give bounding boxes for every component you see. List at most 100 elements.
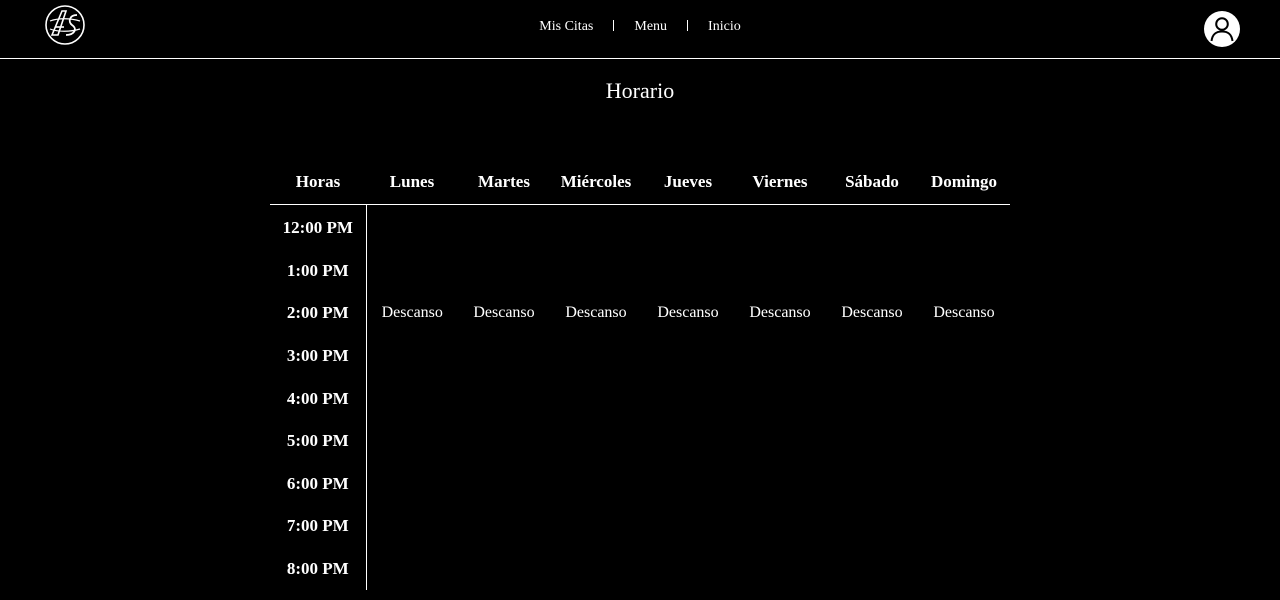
schedule-cell [550, 548, 642, 591]
schedule-cell [918, 548, 1010, 591]
schedule-cell [826, 335, 918, 378]
schedule-header-row: Horas Lunes Martes Miércoles Jueves Vier… [270, 160, 1010, 205]
schedule-cell [826, 250, 918, 293]
table-row: 6:00 PM [270, 462, 1010, 506]
schedule-cell [642, 377, 734, 420]
schedule-cell: Descanso [657, 304, 719, 322]
user-avatar-icon[interactable] [1204, 11, 1240, 47]
nav-link-menu[interactable]: Menu [634, 19, 667, 35]
table-row: 12:00 PM [270, 204, 1010, 250]
nav-link-inicio[interactable]: Inicio [708, 19, 741, 35]
schedule-cell [918, 505, 1010, 548]
schedule-cell [642, 250, 734, 293]
schedule-cell: Descanso [841, 304, 903, 322]
schedule-cell [826, 205, 918, 250]
schedule-cell [550, 250, 642, 293]
schedule-cell [642, 463, 734, 506]
schedule-cell [366, 205, 458, 250]
hour-label: 4:00 PM [270, 377, 367, 420]
schedule-cell: Descanso [473, 304, 535, 322]
table-row: 5:00 PM [270, 419, 1010, 463]
schedule-cell [734, 463, 826, 506]
schedule-cell: Descanso [933, 304, 995, 322]
schedule-cell [826, 463, 918, 506]
schedule-cell [734, 250, 826, 293]
hour-label: 2:00 PM [270, 292, 367, 335]
schedule-cell [826, 505, 918, 548]
schedule-cell [366, 463, 458, 506]
hour-label: 5:00 PM [270, 419, 367, 463]
schedule-cell [458, 335, 550, 378]
schedule-cell: Descanso [565, 304, 627, 322]
nav-link-mis-citas[interactable]: Mis Citas [539, 19, 593, 35]
nav-links: Mis Citas Menu Inicio [0, 19, 1280, 35]
column-header-martes: Martes [458, 160, 550, 205]
schedule-cell [918, 250, 1010, 293]
schedule-cell [458, 505, 550, 548]
schedule-cell [366, 420, 458, 463]
hour-label: 6:00 PM [270, 462, 367, 506]
schedule-cell [458, 250, 550, 293]
schedule-cell [366, 505, 458, 548]
schedule-cell: Descanso [381, 304, 443, 322]
schedule-cell [642, 548, 734, 591]
schedule-table: Horas Lunes Martes Miércoles Jueves Vier… [270, 160, 1010, 591]
column-header-viernes: Viernes [734, 160, 826, 205]
schedule-cell [918, 377, 1010, 420]
schedule-cell: Descanso [749, 304, 811, 322]
schedule-cell [734, 420, 826, 463]
schedule-cell [734, 205, 826, 250]
top-navbar: Mis Citas Menu Inicio [0, 0, 1280, 59]
hour-label: 1:00 PM [270, 249, 367, 293]
column-header-sabado: Sábado [826, 160, 918, 205]
schedule-cell [366, 377, 458, 420]
schedule-cell [366, 335, 458, 378]
schedule-cell [366, 548, 458, 591]
table-row: 4:00 PM [270, 377, 1010, 420]
hour-label: 7:00 PM [270, 505, 367, 548]
column-header-domingo: Domingo [918, 160, 1010, 205]
schedule-cell [918, 463, 1010, 506]
schedule-cell [826, 548, 918, 591]
hour-label: 8:00 PM [270, 547, 367, 591]
schedule-cell [918, 335, 1010, 378]
column-header-miercoles: Miércoles [550, 160, 642, 205]
schedule-cell [918, 205, 1010, 250]
schedule-cell [642, 335, 734, 378]
schedule-cell [550, 420, 642, 463]
schedule-cell [458, 205, 550, 250]
page-title: Horario [605, 78, 675, 103]
column-header-jueves: Jueves [642, 160, 734, 205]
schedule-cell [458, 548, 550, 591]
schedule-cell [826, 420, 918, 463]
schedule-cell [734, 505, 826, 548]
schedule-cell [550, 335, 642, 378]
schedule-cell [458, 420, 550, 463]
schedule-cell [550, 377, 642, 420]
schedule-cell [366, 250, 458, 293]
schedule-cell [550, 205, 642, 250]
schedule-cell [918, 420, 1010, 463]
schedule-cell [458, 377, 550, 420]
schedule-cell [642, 420, 734, 463]
table-row: 8:00 PM [270, 547, 1010, 591]
hour-label: 12:00 PM [270, 204, 367, 250]
schedule-cell [550, 463, 642, 506]
schedule-cell [826, 377, 918, 420]
nav-divider [613, 20, 615, 31]
column-header-lunes: Lunes [366, 160, 458, 205]
schedule-cell [550, 505, 642, 548]
schedule-cell [458, 463, 550, 506]
hour-label: 3:00 PM [270, 334, 367, 378]
schedule-cell [642, 505, 734, 548]
schedule-cell [734, 548, 826, 591]
table-row: 1:00 PM [270, 249, 1010, 293]
nav-divider [687, 20, 689, 31]
column-header-horas: Horas [270, 160, 366, 205]
schedule-cell [734, 335, 826, 378]
table-row: 7:00 PM [270, 505, 1010, 548]
table-row: 3:00 PM [270, 334, 1010, 378]
table-row: 2:00 PM Descanso Descanso Descanso Desca… [270, 292, 1010, 335]
schedule-cell [642, 205, 734, 250]
schedule-cell [734, 377, 826, 420]
